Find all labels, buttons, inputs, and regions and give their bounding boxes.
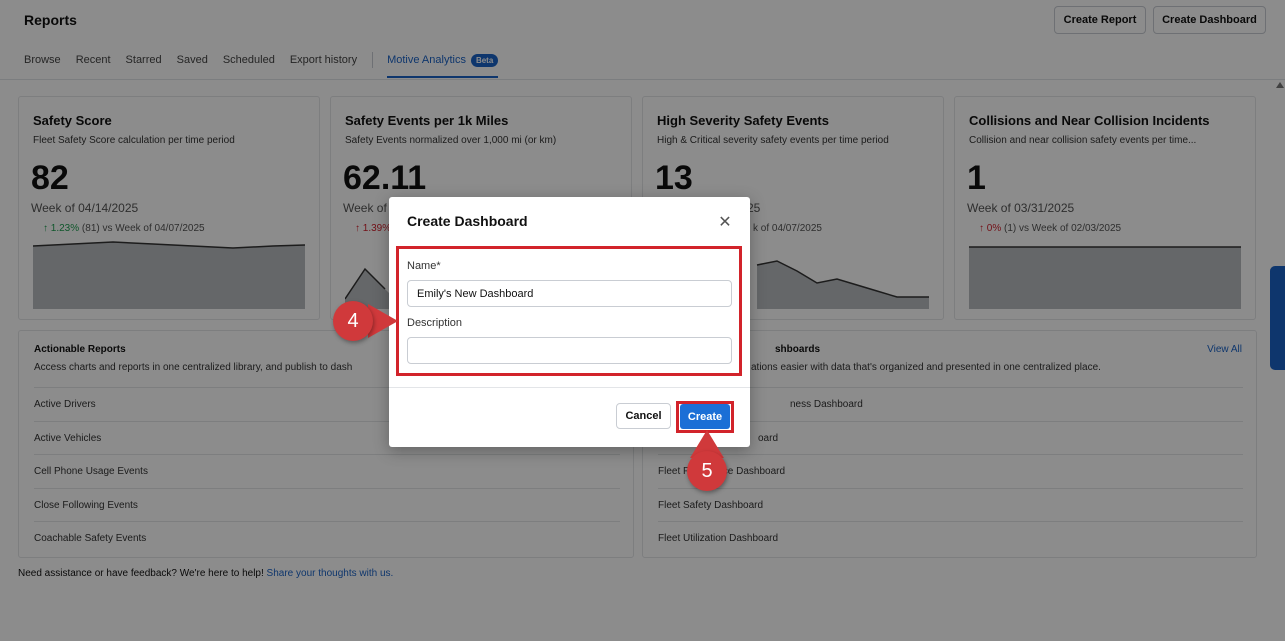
- highlight-form-fields: [396, 246, 742, 376]
- step-5-badge: 5: [687, 451, 727, 491]
- cancel-button[interactable]: Cancel: [616, 403, 671, 429]
- modal-divider: [389, 387, 750, 388]
- highlight-create-button: [676, 401, 734, 433]
- step-4-badge: 4: [333, 301, 373, 341]
- close-icon[interactable]: ✕: [717, 215, 733, 231]
- modal-title: Create Dashboard: [407, 213, 528, 229]
